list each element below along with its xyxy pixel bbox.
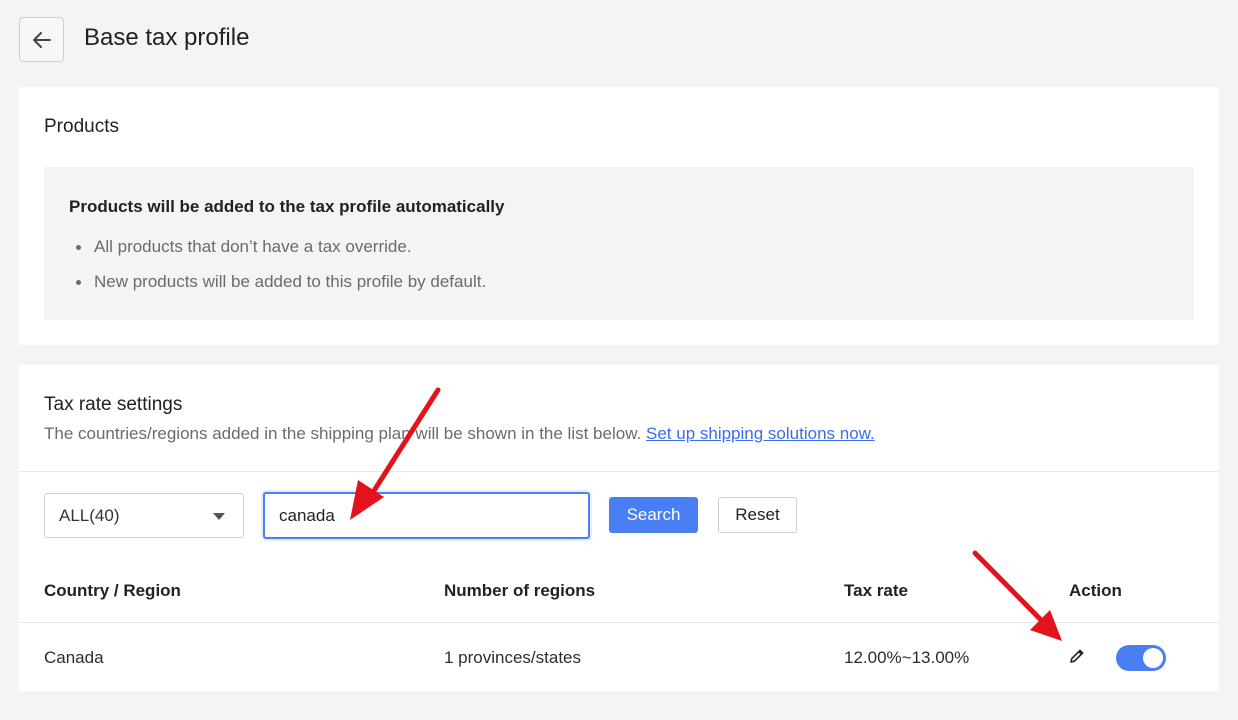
setup-shipping-link[interactable]: Set up shipping solutions now. xyxy=(646,424,875,443)
cell-country: Canada xyxy=(44,648,104,667)
cell-tax-rate: 12.00%~13.00% xyxy=(844,648,970,667)
back-button[interactable] xyxy=(19,17,64,62)
column-header-regions: Number of regions xyxy=(444,581,596,600)
page-title: Base tax profile xyxy=(84,24,250,51)
description-text: The countries/regions added in the shipp… xyxy=(44,424,642,443)
select-value: ALL(40) xyxy=(59,505,120,525)
info-heading: Products will be added to the tax profil… xyxy=(69,197,505,216)
info-bullet: New products will be added to this profi… xyxy=(69,272,486,307)
info-bullet: All products that don’t have a tax overr… xyxy=(69,237,486,272)
search-input[interactable] xyxy=(263,492,590,539)
tax-settings-card: Tax rate settings The countries/regions … xyxy=(19,365,1219,691)
toggle-knob xyxy=(1143,648,1163,668)
page: Base tax profile Products Products will … xyxy=(0,0,1238,720)
column-header-tax-rate: Tax rate xyxy=(844,581,908,600)
search-button[interactable]: Search xyxy=(609,497,698,533)
pencil-icon[interactable] xyxy=(1068,647,1086,665)
region-filter-select[interactable]: ALL(40) xyxy=(44,493,244,538)
column-header-country: Country / Region xyxy=(44,581,181,600)
cell-regions: 1 provinces/states xyxy=(444,648,582,667)
reset-button[interactable]: Reset xyxy=(718,497,797,533)
divider xyxy=(19,471,1219,472)
chevron-down-icon xyxy=(213,513,225,520)
tax-settings-title: Tax rate settings xyxy=(44,394,183,415)
header-divider xyxy=(19,622,1219,623)
info-list: All products that don’t have a tax overr… xyxy=(69,237,486,307)
tax-settings-description: The countries/regions added in the shipp… xyxy=(44,424,875,444)
products-info-box: Products will be added to the tax profil… xyxy=(44,167,1194,320)
products-card: Products Products will be added to the t… xyxy=(19,87,1219,345)
column-header-action: Action xyxy=(1069,581,1122,600)
enabled-toggle[interactable] xyxy=(1116,645,1166,671)
products-title: Products xyxy=(44,116,119,137)
arrow-left-icon xyxy=(32,31,51,48)
